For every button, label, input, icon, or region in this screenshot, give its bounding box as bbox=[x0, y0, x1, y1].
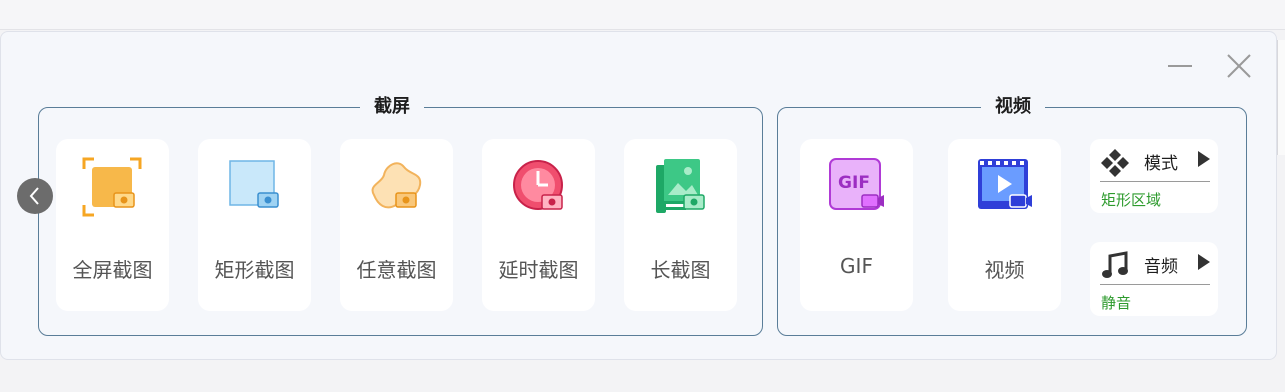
mode-divider bbox=[1100, 181, 1210, 182]
audio-divider bbox=[1100, 284, 1210, 285]
mode-expand-arrow-icon[interactable] bbox=[1198, 151, 1210, 167]
minimize-icon bbox=[1168, 65, 1192, 67]
fullscreen-capture-button[interactable]: 全屏截图 bbox=[56, 139, 169, 311]
diamond-mode-icon bbox=[1101, 149, 1129, 177]
title-bar-divider bbox=[0, 29, 1285, 30]
screenshot-group-title: 截屏 bbox=[360, 95, 424, 119]
freeform-capture-icon bbox=[371, 162, 422, 209]
audio-option[interactable]: 音频 静音 bbox=[1090, 242, 1218, 316]
video-group-title: 视频 bbox=[981, 95, 1045, 119]
freeform-capture-button[interactable]: 任意截图 bbox=[340, 139, 453, 311]
title-bar bbox=[0, 0, 1285, 30]
video-record-button[interactable]: 视频 bbox=[948, 139, 1061, 311]
chevron-left-icon bbox=[29, 187, 39, 205]
fullscreen-capture-label: 全屏截图 bbox=[72, 258, 153, 282]
long-capture-icon bbox=[656, 159, 705, 213]
mode-value: 矩形区域 bbox=[1101, 191, 1162, 209]
gif-record-button[interactable]: GIF GIF bbox=[800, 139, 913, 311]
audio-label: 音频 bbox=[1144, 257, 1178, 277]
close-button[interactable] bbox=[1225, 52, 1253, 80]
gif-record-label: GIF bbox=[840, 254, 873, 278]
gif-record-icon: GIF bbox=[829, 158, 884, 210]
long-capture-button[interactable]: 长截图 bbox=[624, 139, 737, 311]
video-record-label: 视频 bbox=[984, 258, 1025, 282]
previous-page-button[interactable] bbox=[17, 178, 53, 214]
rectangle-capture-label: 矩形截图 bbox=[214, 258, 295, 282]
background-window-edge bbox=[1277, 40, 1285, 155]
mode-label: 模式 bbox=[1144, 154, 1178, 174]
close-icon bbox=[1227, 54, 1251, 78]
delayed-capture-button[interactable]: 延时截图 bbox=[482, 139, 595, 311]
fullscreen-capture-icon bbox=[82, 157, 142, 217]
delayed-capture-icon bbox=[513, 160, 563, 210]
freeform-capture-label: 任意截图 bbox=[356, 258, 437, 282]
rectangle-capture-icon bbox=[229, 160, 279, 208]
long-capture-label: 长截图 bbox=[650, 258, 711, 282]
video-record-icon bbox=[978, 159, 1032, 209]
rectangle-capture-button[interactable]: 矩形截图 bbox=[198, 139, 311, 311]
gif-icon-text: GIF bbox=[838, 173, 870, 193]
minimize-button[interactable] bbox=[1166, 52, 1194, 80]
music-note-icon bbox=[1102, 251, 1128, 278]
delayed-capture-label: 延时截图 bbox=[498, 258, 579, 282]
mode-option[interactable]: 模式 矩形区域 bbox=[1090, 139, 1218, 213]
audio-value: 静音 bbox=[1101, 294, 1132, 312]
audio-expand-arrow-icon[interactable] bbox=[1198, 254, 1210, 270]
